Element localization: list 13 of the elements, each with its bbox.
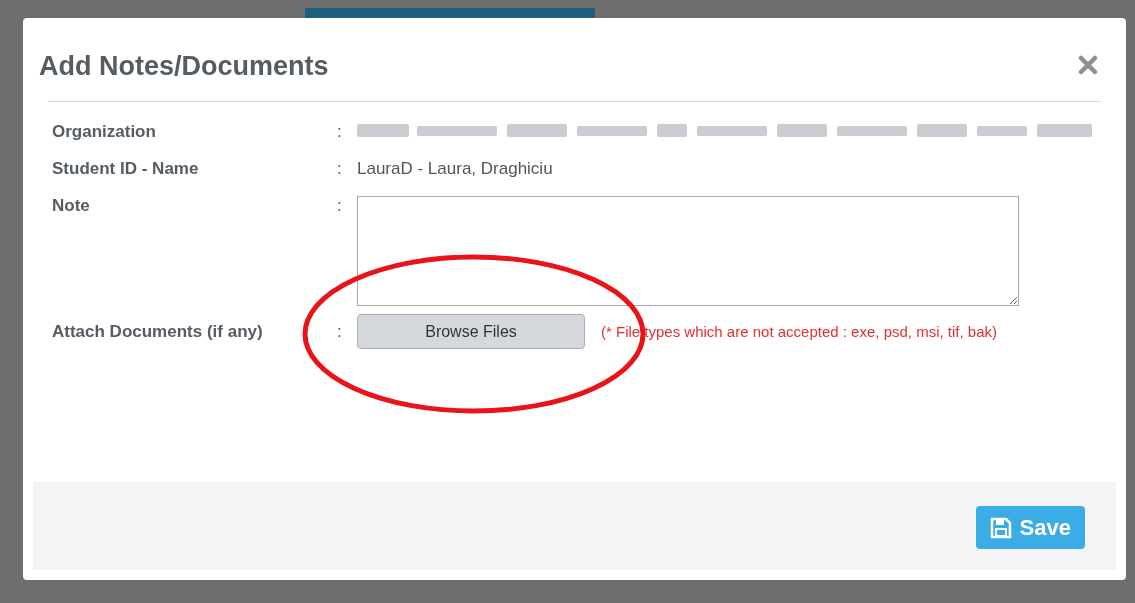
colon-separator: : bbox=[337, 196, 343, 216]
field-label: Organization bbox=[52, 122, 157, 142]
field-label: Student ID - Name bbox=[52, 159, 200, 179]
colon-separator: : bbox=[337, 159, 343, 179]
dialog-title: Add Notes/Documents bbox=[39, 50, 329, 82]
colon-separator: : bbox=[337, 122, 343, 142]
colon-separator: : bbox=[337, 322, 343, 342]
field-label: Note bbox=[52, 196, 91, 216]
file-type-hint: (* File types which are not accepted : exe, psd, msi, tif, bak) bbox=[601, 323, 997, 340]
field-label: Attach Documents (if any) bbox=[52, 322, 264, 342]
note-field[interactable] bbox=[357, 196, 1019, 306]
browse-files-button[interactable]: Browse Files bbox=[357, 314, 585, 349]
field-value: LauraD - Laura, Draghiciu bbox=[357, 159, 553, 178]
